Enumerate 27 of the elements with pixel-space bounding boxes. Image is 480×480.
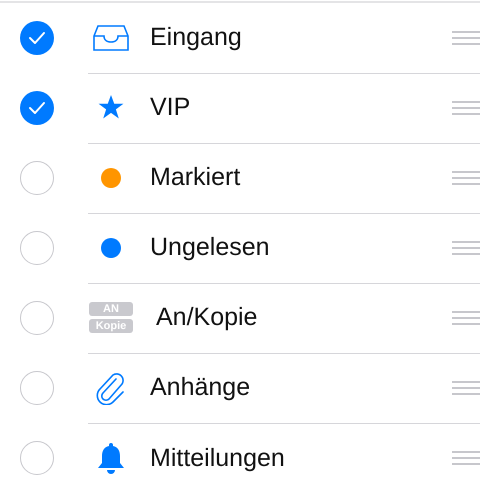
inbox-icon bbox=[93, 24, 129, 50]
reorder-handle-icon[interactable] bbox=[452, 240, 480, 254]
selection-checkbox[interactable] bbox=[20, 161, 54, 195]
mailbox-label: Eingang bbox=[150, 23, 243, 52]
mailbox-label: Anhänge bbox=[150, 373, 252, 402]
mailbox-label: An/Kopie bbox=[156, 303, 258, 332]
paperclip-icon bbox=[96, 370, 126, 404]
mailbox-label: Mitteilungen bbox=[150, 444, 286, 472]
selection-checkbox[interactable] bbox=[20, 231, 54, 265]
selection-checkbox[interactable] bbox=[20, 21, 54, 55]
mailbox-label: Ungelesen bbox=[150, 233, 271, 262]
reorder-handle-icon[interactable] bbox=[452, 100, 480, 114]
checkmark-icon bbox=[28, 101, 46, 115]
reorder-handle-icon[interactable] bbox=[452, 170, 480, 184]
reorder-handle-icon[interactable] bbox=[452, 30, 480, 44]
reorder-handle-icon[interactable] bbox=[452, 310, 480, 324]
checkmark-icon bbox=[28, 31, 46, 45]
star-icon bbox=[98, 95, 124, 120]
selection-checkbox[interactable] bbox=[20, 441, 54, 475]
bell-icon bbox=[97, 442, 125, 474]
selection-checkbox[interactable] bbox=[20, 301, 54, 335]
mailbox-label: Markiert bbox=[150, 163, 242, 192]
reorder-handle-icon[interactable] bbox=[452, 451, 480, 465]
mailbox-label: VIP bbox=[150, 93, 192, 122]
selection-checkbox[interactable] bbox=[20, 371, 54, 405]
selection-checkbox[interactable] bbox=[20, 91, 54, 125]
reorder-handle-icon[interactable] bbox=[452, 380, 480, 394]
